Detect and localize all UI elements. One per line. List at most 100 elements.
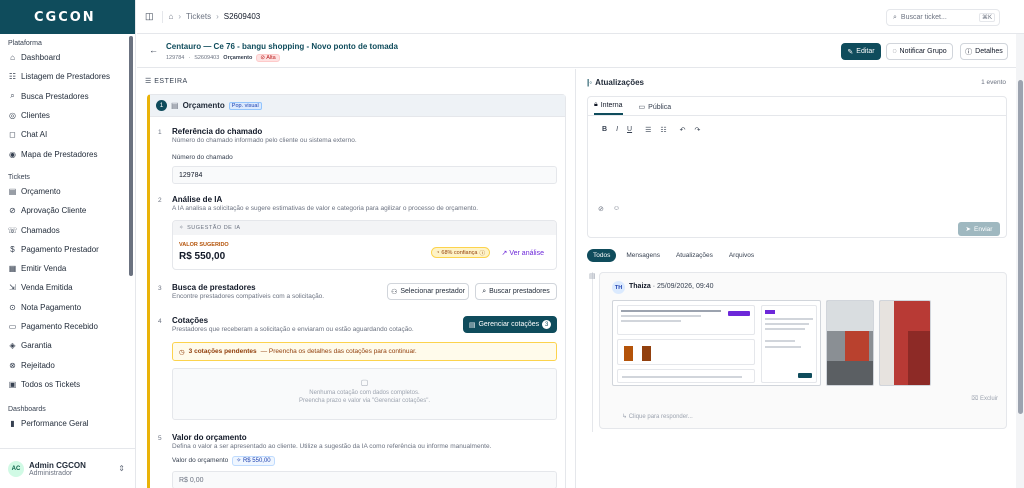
search-providers-button[interactable]: ⌕ Buscar prestadores <box>475 283 557 300</box>
entry-author: Thaiza · 25/09/2026, 09:40 <box>629 283 714 290</box>
sidebar-scrollbar[interactable] <box>129 36 133 276</box>
ordered-list-button[interactable]: ☷ <box>660 126 666 134</box>
breadcrumb-home-icon[interactable]: ⌂ <box>169 12 174 21</box>
underline-button[interactable]: U <box>627 126 632 134</box>
bullet-list-button[interactable]: ☰ <box>645 126 651 134</box>
send-button[interactable]: ➤ Enviar <box>958 222 1000 236</box>
ticket-number-input[interactable]: 129784 <box>172 166 557 184</box>
send-icon: ⇲ <box>9 283 16 293</box>
manage-quotes-button[interactable]: ▤ Gerenciar cotações 3 <box>463 316 557 333</box>
ticket-stage: Orçamento <box>223 55 253 61</box>
sidebar-item-emitir-venda[interactable]: ▦ Emitir Venda <box>0 259 135 278</box>
sidebar-item-busca-prestadores[interactable]: ⌕ Busca Prestadores <box>0 87 135 106</box>
sidebar: CGCON Plataforma ⌂ Dashboard ☷ Listagem de… <box>0 0 136 488</box>
sidebar-item-pagamento-prestador[interactable]: $ Pagamento Prestador <box>0 240 135 259</box>
message-editor: 🔒︎ Interna ▭ Pública B I U ☰ ☷ ↶ ↷ ⊘ ☺ ➤ En… <box>587 96 1007 238</box>
bar-chart-icon: ▮ <box>10 419 15 429</box>
attachment-thumbnail-photo[interactable] <box>826 300 874 386</box>
sidebar-item-todos-tickets[interactable]: ▣ Todos os Tickets <box>0 375 135 394</box>
editor-footer: ⊘ ☺ <box>598 205 620 213</box>
delete-entry-button[interactable]: ⌧ Excluir <box>971 395 998 402</box>
right-panel-scrollbar[interactable] <box>1016 34 1024 488</box>
trash-icon: ⌧ <box>971 396 979 402</box>
search-input[interactable]: ⌕ Buscar ticket... ⌘K <box>886 9 1000 26</box>
tab-publica[interactable]: ▭ Pública <box>639 103 672 115</box>
file-icon: ▤ <box>589 273 596 280</box>
user-menu[interactable]: AC Admin CGCON Administrador ⇕ <box>0 448 135 488</box>
sidebar-item-orcamento[interactable]: ▤ Orçamento <box>0 182 135 201</box>
italic-button[interactable]: I <box>616 126 618 134</box>
thumb-region <box>761 305 817 383</box>
external-link-icon: ↗ <box>501 250 508 257</box>
brand-logo[interactable]: CGCON <box>0 0 135 34</box>
filter-arquivos[interactable]: Arquivos <box>723 249 760 262</box>
sidebar-item-garantia[interactable]: ◈ Garantia <box>0 336 135 355</box>
select-provider-button[interactable]: ⚇ Selecionar prestador <box>387 283 469 300</box>
step-header[interactable]: 1 ▤ Orçamento Pop. visual <box>150 95 565 117</box>
sidebar-item-chamados[interactable]: ☏ Chamados <box>0 220 135 239</box>
x-circle-icon: ⊗ <box>9 360 16 370</box>
view-analysis-link[interactable]: ↗ Ver análise <box>502 249 544 257</box>
section-valor-orcamento: 5 Valor do orçamento Defina o valor a se… <box>158 433 557 488</box>
step-number: 1 <box>156 100 167 111</box>
budget-value-input[interactable]: R$ 0,00 <box>172 471 557 488</box>
whatsapp-icon: ◌ <box>892 48 897 55</box>
breadcrumb-separator: › <box>178 12 182 21</box>
filter-todos[interactable]: Todos <box>587 249 617 262</box>
feed-entry: TH Thaiza · 25/09/2026, 09:40 ⌧ Excluir … <box>599 272 1007 429</box>
attachment-thumbnail-screenshot[interactable] <box>612 300 821 386</box>
edit-button[interactable]: ✎ Editar <box>841 43 881 60</box>
details-button[interactable]: ⓘ Detalhes <box>960 43 1008 60</box>
attachment-thumbnail-photo[interactable] <box>879 300 931 386</box>
sidebar-item-pagamento-recebido[interactable]: ▭ Pagamento Recebido <box>0 317 135 336</box>
redo-button[interactable]: ↷ <box>695 126 701 134</box>
phone-icon: ☏ <box>7 225 18 235</box>
sidebar-item-chat-ai[interactable]: ◻ Chat AI <box>0 125 135 144</box>
section-busca-prestadores: 3 Busca de prestadores Encontre prestado… <box>158 283 557 311</box>
back-arrow-icon[interactable]: ← <box>149 45 158 55</box>
sidebar-item-rejeitado[interactable]: ⊗ Rejeitado <box>0 355 135 374</box>
users-icon: ◎ <box>9 111 16 121</box>
check-circle-icon: ⊘ <box>9 206 16 216</box>
filter-mensagens[interactable]: Mensagens <box>620 249 666 262</box>
thumb-region <box>617 305 755 335</box>
section-cotacoes: 4 Cotações Prestadores que receberam a s… <box>158 316 557 428</box>
sidebar-item-aprovacao-cliente[interactable]: ⊘ Aprovação Cliente <box>0 201 135 220</box>
ai-value-chip[interactable]: ✧ R$ 550,00 <box>232 456 275 466</box>
visibility-tabs: 🔒︎ Interna ▭ Pública <box>588 97 1006 116</box>
message-icon: ▭ <box>638 104 646 111</box>
sidebar-section-title: Tickets <box>8 173 30 181</box>
reply-icon: ↳ <box>622 414 628 420</box>
sidebar-item-dashboard[interactable]: ⌂ Dashboard <box>0 48 135 67</box>
sidebar-nav: Plataforma ⌂ Dashboard ☷ Listagem de Prest… <box>0 34 135 448</box>
notify-group-button[interactable]: ◌ Notificar Grupo <box>886 43 953 60</box>
filter-atualizacoes[interactable]: Atualizações <box>670 249 719 262</box>
scrollbar-thumb[interactable] <box>1018 80 1023 414</box>
undo-button[interactable]: ↶ <box>680 126 686 134</box>
breadcrumb-tickets[interactable]: Tickets <box>186 12 211 21</box>
sidebar-item-clientes[interactable]: ◎ Clientes <box>0 106 135 125</box>
section-referencia: 1 Referência do chamado Número do chamad… <box>158 127 557 187</box>
bold-button[interactable]: B <box>602 126 607 134</box>
tab-interna[interactable]: 🔒︎ Interna <box>594 101 623 115</box>
updates-title: |◦ Atualizações <box>587 78 644 87</box>
file-icon: ▤ <box>8 186 17 196</box>
info-icon: ⓘ <box>965 48 973 56</box>
attach-icon[interactable]: ⊘ <box>598 205 604 213</box>
sidebar-item-venda-emitida[interactable]: ⇲ Venda Emitida <box>0 278 135 297</box>
avatar: AC <box>8 460 24 477</box>
editor-toolbar: B I U ☰ ☷ ↶ ↷ <box>602 126 700 134</box>
sidebar-item-performance-geral[interactable]: ▮ Performance Geral <box>0 414 135 433</box>
sidebar-toggle-icon[interactable]: ◫ <box>145 11 154 22</box>
reply-input[interactable]: ↳ Clique para responder... <box>622 413 693 420</box>
sidebar-item-mapa-prestadores[interactable]: ◉ Mapa de Prestadores <box>0 144 135 163</box>
thumb-region <box>617 369 755 383</box>
list-icon: ☷ <box>8 72 17 82</box>
ai-suggestion-box: ✧ SUGESTÃO DE IA VALOR SUGERIDO R$ 550,00… <box>172 220 557 270</box>
sidebar-item-nota-pagamento[interactable]: ⊙ Nota Pagamento <box>0 298 135 317</box>
ticket-title: Centauro — Ce 76 - bangu shopping - Novo… <box>166 42 398 51</box>
priority-badge: ⊘ Alta <box>256 54 280 62</box>
ticket-ref: 129784 <box>166 55 185 61</box>
sidebar-item-listagem-prestadores[interactable]: ☷ Listagem de Prestadores <box>0 67 135 86</box>
emoji-icon[interactable]: ☺ <box>613 205 620 213</box>
